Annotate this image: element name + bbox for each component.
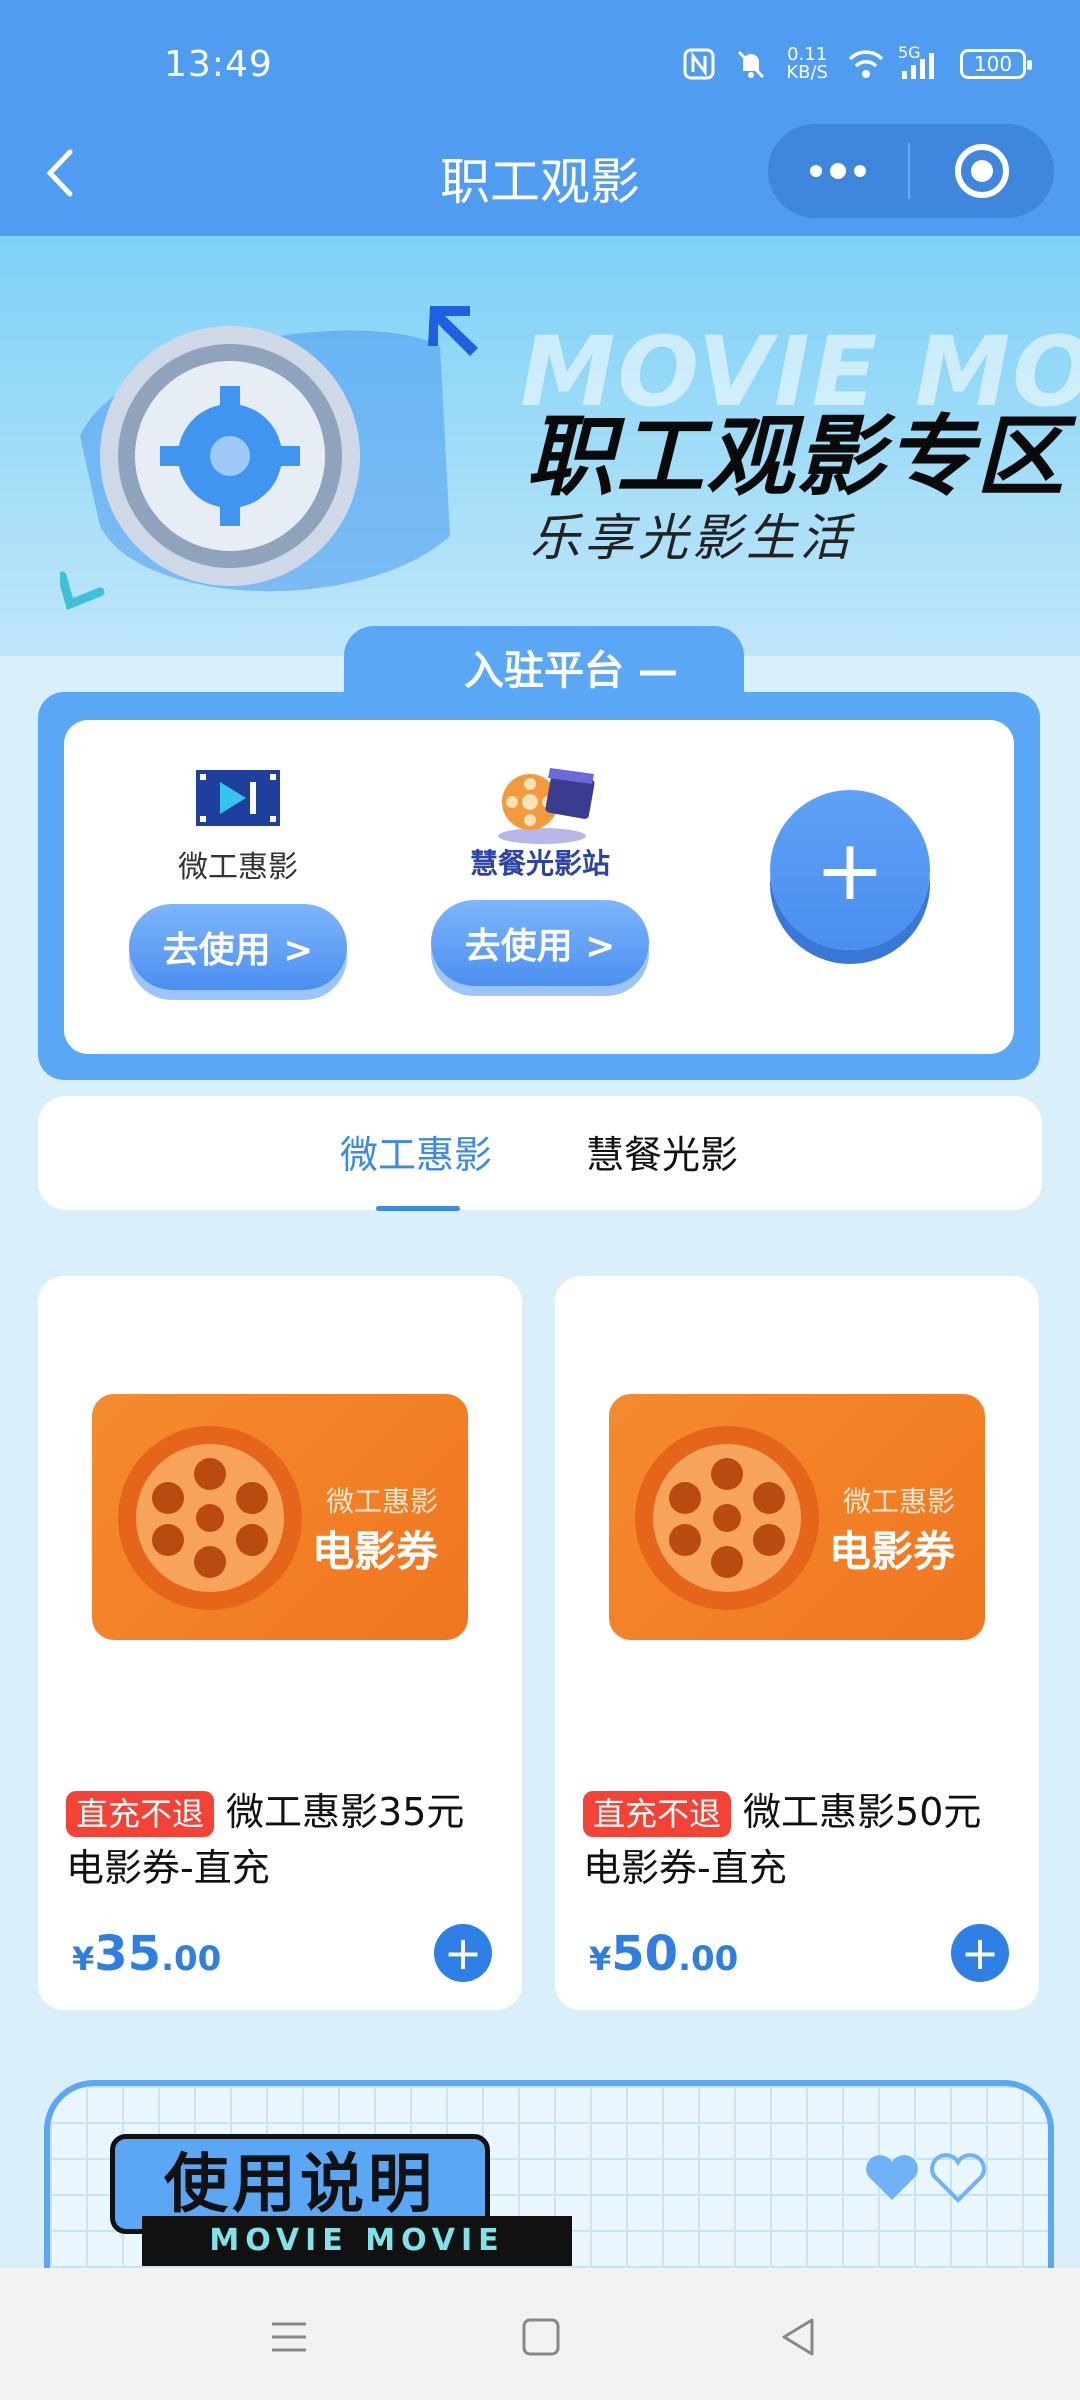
net-speed-unit: KB/S <box>786 62 828 83</box>
mute-bell-icon <box>734 47 768 81</box>
image-brand-text: 微工惠影 <box>325 1485 438 1518</box>
platform-name: 微工惠影 <box>178 850 298 885</box>
film-reel-illustration <box>60 306 478 611</box>
wifi-icon <box>846 47 884 81</box>
net-speed: 0.11 KB/S <box>786 46 828 82</box>
top-bar: 13:49 0.11 KB/S 5G 100 职工观影 <box>0 0 1080 236</box>
film-reel-icon <box>118 1426 302 1610</box>
home-square-icon[interactable] <box>518 2314 564 2360</box>
price-decimal: .00 <box>678 1939 739 1979</box>
more-button[interactable] <box>768 124 908 218</box>
close-miniprogram-button[interactable] <box>910 124 1054 218</box>
tab-weigong-huiying[interactable]: 微工惠影 <box>340 1124 492 1179</box>
signal-icon: 5G <box>898 43 942 81</box>
menu-icon[interactable] <box>266 2314 312 2360</box>
back-triangle-icon[interactable] <box>776 2314 822 2360</box>
product-image: 微工惠影 电影券 <box>609 1394 985 1640</box>
battery-indicator: 100 <box>960 49 1032 79</box>
more-dot-icon <box>854 165 866 177</box>
nav-bar: 职工观影 <box>0 124 1080 236</box>
no-refund-tag: 直充不退 <box>583 1791 732 1837</box>
price-currency: ¥ <box>72 1940 95 1978</box>
status-icons: 0.11 KB/S 5G 100 <box>682 43 1032 82</box>
hero-banner: MOVIE MOVIE 职工观影专区 乐享光影生活 <box>0 236 1080 656</box>
hero-title: 职工观影专区 <box>526 405 1067 508</box>
usage-subtitle: MOVIE MOVIE <box>142 2216 572 2266</box>
miniprogram-capsule <box>768 124 1054 218</box>
film-reel-icon <box>635 1426 819 1610</box>
product-image: 微工惠影 电影券 <box>92 1394 468 1640</box>
use-weigong-button[interactable]: 去使用 > <box>129 904 347 990</box>
no-refund-tag: 直充不退 <box>66 1791 215 1837</box>
product-title: 直充不退 微工惠影50元电影券-直充 <box>583 1784 1013 1896</box>
price-integer: 35 <box>94 1926 162 1982</box>
product-card[interactable]: 微工惠影 电影券 直充不退 微工惠影50元电影券-直充 ¥50.00 + <box>555 1276 1039 2010</box>
usage-section: 使用说明 MOVIE MOVIE <box>44 2080 1054 2280</box>
target-icon <box>955 144 1009 198</box>
network-type: 5G <box>898 43 921 62</box>
product-price: ¥35.00 <box>72 1926 221 1982</box>
product-price: ¥50.00 <box>589 1926 738 1982</box>
image-kind-text: 电影券 <box>311 1527 438 1576</box>
nfc-icon <box>682 47 716 81</box>
platforms-list: 微工惠影 去使用 > 慧餐光影站 去使用 > + <box>64 720 1014 1054</box>
platform-name: 慧餐光影站 <box>469 847 610 880</box>
add-to-cart-button[interactable]: + <box>951 1924 1009 1982</box>
add-to-cart-button[interactable]: + <box>434 1924 492 1982</box>
huican-guangying-logo-icon <box>490 756 595 844</box>
platform-tabs: 微工惠影 慧餐光影 <box>38 1096 1042 1211</box>
product-title: 直充不退 微工惠影35元电影券-直充 <box>66 1784 496 1896</box>
active-tab-indicator <box>376 1206 460 1211</box>
more-dot-icon <box>810 165 822 177</box>
use-huican-button[interactable]: 去使用 > <box>431 900 649 986</box>
tab-huican-guangying[interactable]: 慧餐光影 <box>586 1124 738 1179</box>
hearts-icon <box>866 2153 986 2203</box>
price-decimal: .00 <box>161 1939 222 1979</box>
status-bar: 13:49 0.11 KB/S 5G 100 <box>0 0 1080 130</box>
weigong-huiying-logo-icon <box>188 756 288 836</box>
product-card[interactable]: 微工惠影 电影券 直充不退 微工惠影35元电影券-直充 ¥35.00 + <box>38 1276 522 2010</box>
platform-item: 慧餐光影站 去使用 > <box>426 756 654 986</box>
more-dot-icon <box>830 163 846 179</box>
price-currency: ¥ <box>589 1940 612 1978</box>
platforms-panel: 微工惠影 去使用 > 慧餐光影站 去使用 > + <box>38 692 1040 1080</box>
image-brand-text: 微工惠影 <box>842 1485 955 1518</box>
platform-item: 微工惠影 去使用 > <box>124 756 352 990</box>
add-platform-button[interactable]: + <box>770 790 930 950</box>
system-nav-bar <box>0 2268 1080 2400</box>
status-time: 13:49 <box>164 44 273 85</box>
price-integer: 50 <box>611 1926 679 1982</box>
plus-icon: + <box>443 1926 483 1980</box>
plus-icon: + <box>960 1926 1000 1980</box>
hero-subtitle: 乐享光影生活 <box>530 509 854 567</box>
image-kind-text: 电影券 <box>828 1527 955 1576</box>
